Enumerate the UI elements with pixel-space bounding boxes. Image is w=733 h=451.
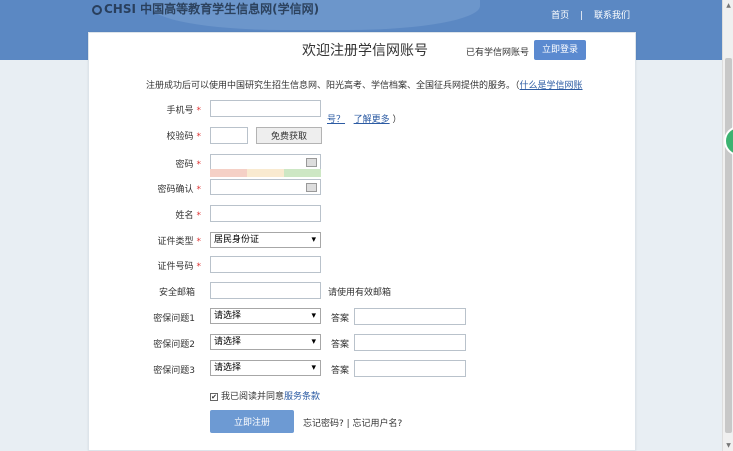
phone-input[interactable]: [210, 100, 321, 117]
id-number-label: 证件号码 *: [121, 259, 201, 272]
q2-label: 密保问题2: [153, 340, 195, 350]
intro-close-paren: ）: [392, 115, 402, 125]
agree-checkbox[interactable]: ✔: [210, 392, 218, 401]
register-submit-button[interactable]: 立即注册: [210, 410, 294, 433]
required-mark: *: [196, 262, 202, 272]
required-mark: *: [196, 106, 202, 116]
answer1-label: 答案: [330, 314, 349, 324]
answer2-label: 答案: [330, 340, 349, 350]
site-logo[interactable]: CHSI 中国高等教育学生信息网(学信网): [92, 0, 319, 17]
strength-strong: [284, 169, 321, 177]
required-mark: *: [196, 132, 202, 142]
password-strength-bar: [210, 169, 321, 177]
nav-separator: |: [580, 11, 584, 21]
scroll-down-icon[interactable]: ▼: [724, 441, 733, 450]
strength-weak: [210, 169, 247, 177]
id-number-label-text: 证件号码: [157, 262, 194, 272]
password-confirm-label-text: 密码确认: [157, 185, 194, 195]
agree-text: 我已阅读并同意: [221, 392, 285, 402]
what-is-account-link[interactable]: 什么是学信网账: [520, 81, 583, 91]
register-panel: 欢迎注册学信网账号 已有学信网账号 立即登录 注册成功后可以使用中国研究生招生信…: [88, 32, 636, 451]
intro-sentence: 注册成功后可以使用中国研究生招生信息网、阳光高考、学信档案、全国征兵网提供的服务…: [146, 81, 520, 91]
login-button[interactable]: 立即登录: [534, 40, 586, 60]
intro-text: 注册成功后可以使用中国研究生招生信息网、阳光高考、学信档案、全国征兵网提供的服务…: [146, 78, 583, 91]
nav-contact-link[interactable]: 联系我们: [594, 11, 630, 21]
page-scrollbar[interactable]: ▲ ▼: [722, 0, 733, 451]
phone-label-text: 手机号: [166, 106, 194, 116]
id-type-select[interactable]: 居民身份证: [210, 232, 321, 248]
agree-row: ✔ 我已阅读并同意服务条款: [210, 389, 320, 402]
scroll-up-icon[interactable]: ▲: [724, 1, 733, 10]
page-title: 欢迎注册学信网账号: [302, 43, 428, 59]
code-label: 校验码 *: [121, 129, 201, 142]
keyboard-icon[interactable]: [306, 183, 317, 192]
answer3-label: 答案: [330, 366, 349, 376]
answer3-input[interactable]: [354, 360, 466, 377]
code-label-text: 校验码: [166, 132, 194, 142]
name-input[interactable]: [210, 205, 321, 222]
id-number-input[interactable]: [210, 256, 321, 273]
password-label: 密码 *: [121, 157, 201, 170]
required-mark: *: [196, 185, 202, 195]
password-input[interactable]: [210, 154, 321, 170]
top-nav: 首页 | 联系我们: [547, 8, 634, 21]
required-mark: *: [196, 237, 202, 247]
nav-home-link[interactable]: 首页: [551, 11, 569, 21]
q3-label: 密保问题3: [153, 366, 195, 376]
q1-label: 密保问题1: [153, 314, 195, 324]
phone-label: 手机号 *: [121, 103, 201, 116]
id-type-label: 证件类型 *: [121, 234, 201, 247]
keyboard-icon[interactable]: [306, 158, 317, 167]
email-label: 安全邮箱: [158, 288, 195, 298]
password-label-text: 密码: [175, 160, 194, 170]
email-hint: 请使用有效邮箱: [328, 288, 392, 298]
password-confirm-input[interactable]: [210, 179, 321, 195]
name-label: 姓名 *: [121, 208, 201, 221]
code-input[interactable]: [210, 127, 248, 144]
logo-mark-icon: [92, 4, 102, 15]
answer1-input[interactable]: [354, 308, 466, 325]
learn-more-link[interactable]: 了解更多: [354, 115, 390, 125]
have-account-text: 已有学信网账号: [466, 48, 530, 58]
terms-link[interactable]: 服务条款: [284, 392, 320, 402]
email-input[interactable]: [210, 282, 321, 299]
logo-text: CHSI 中国高等教育学生信息网(学信网): [104, 2, 320, 16]
intro-text-line2: 号？ 了解更多 ）: [327, 112, 402, 125]
strength-medium: [247, 169, 284, 177]
answer2-input[interactable]: [354, 334, 466, 351]
name-label-text: 姓名: [175, 211, 194, 221]
required-mark: *: [196, 211, 202, 221]
required-mark: *: [196, 160, 202, 170]
get-code-button[interactable]: 免费获取: [256, 127, 322, 144]
what-is-account-link-cont[interactable]: 号？: [327, 115, 345, 125]
password-confirm-label: 密码确认 *: [121, 182, 201, 195]
scroll-thumb[interactable]: [725, 58, 732, 433]
id-type-label-text: 证件类型: [157, 237, 194, 247]
forgot-links[interactable]: 忘记密码? | 忘记用户名?: [303, 416, 402, 429]
